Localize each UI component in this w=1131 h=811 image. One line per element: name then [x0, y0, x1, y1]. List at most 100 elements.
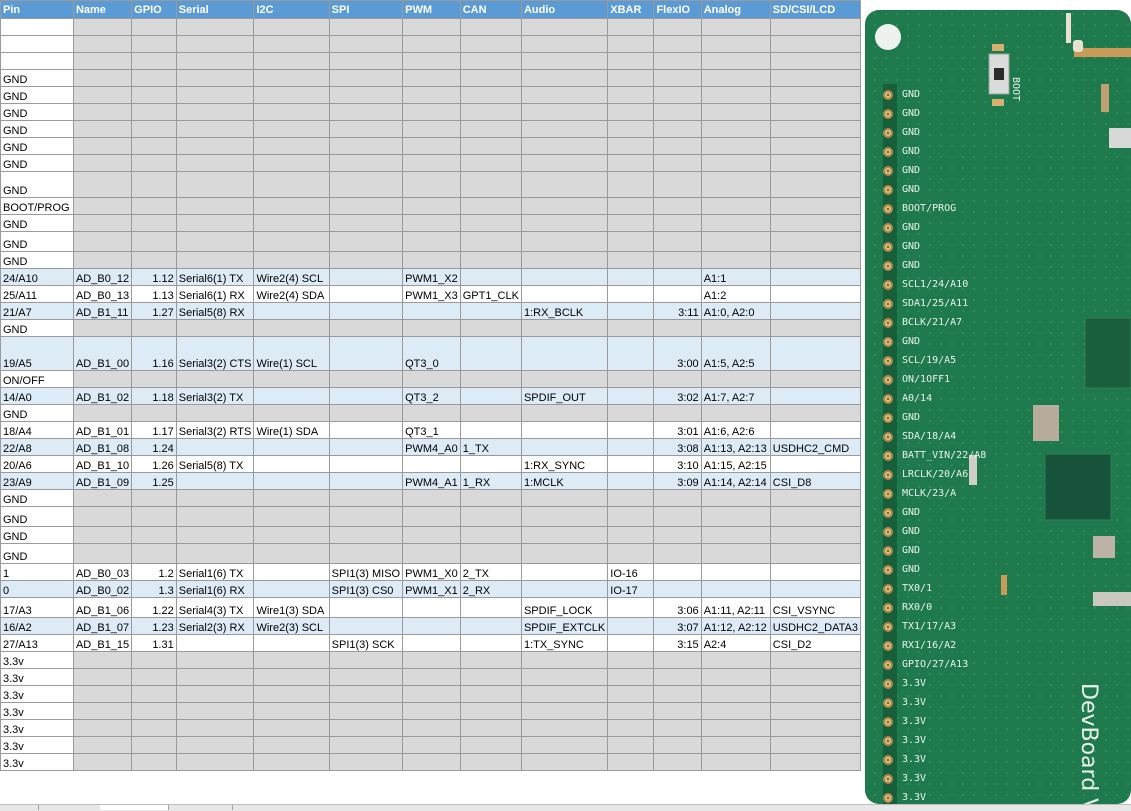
cell-flexio[interactable] — [653, 86, 702, 104]
cell-serial[interactable] — [175, 489, 255, 507]
cell-xbar[interactable] — [607, 197, 655, 215]
cell-pwm[interactable]: PWM1_X2 — [402, 268, 461, 286]
cell-sd-csi-lcd[interactable] — [769, 197, 861, 215]
cell-spi[interactable] — [328, 526, 404, 544]
cell-can[interactable] — [459, 506, 522, 527]
cell-sd-csi-lcd[interactable] — [769, 563, 861, 581]
cell-spi[interactable] — [328, 702, 404, 720]
cell-spi[interactable] — [328, 668, 404, 686]
cell-name[interactable] — [72, 543, 133, 564]
cell-spi[interactable] — [328, 719, 404, 737]
cell-serial[interactable] — [175, 370, 255, 388]
cell-gpio[interactable] — [131, 651, 177, 669]
cell-audio[interactable] — [520, 197, 609, 215]
cell-pin[interactable]: 19/A5 — [0, 336, 74, 371]
cell-audio[interactable] — [520, 563, 609, 581]
cell-spi[interactable] — [328, 285, 404, 303]
cell-name[interactable] — [72, 231, 133, 252]
cell-analog[interactable] — [700, 52, 771, 70]
cell-gpio[interactable]: 1.17 — [131, 421, 177, 439]
cell-xbar[interactable] — [607, 526, 655, 544]
cell-sd-csi-lcd[interactable] — [769, 506, 861, 527]
cell-sd-csi-lcd[interactable] — [769, 319, 861, 337]
cell-can[interactable] — [459, 319, 522, 337]
cell-name[interactable]: AD_B0_12 — [72, 268, 133, 286]
cell-sd-csi-lcd[interactable] — [769, 154, 861, 172]
cell-flexio[interactable]: 3:06 — [653, 597, 702, 618]
cell-gpio[interactable] — [131, 171, 177, 198]
cell-i2c[interactable] — [253, 668, 330, 686]
cell-audio[interactable]: SPDIF_LOCK — [520, 597, 609, 618]
column-header[interactable]: Serial — [175, 0, 255, 19]
cell-audio[interactable] — [520, 154, 609, 172]
cell-xbar[interactable] — [607, 668, 655, 686]
cell-can[interactable] — [459, 634, 522, 652]
cell-analog[interactable] — [700, 506, 771, 527]
cell-sd-csi-lcd[interactable] — [769, 69, 861, 87]
cell-name[interactable] — [72, 319, 133, 337]
cell-pwm[interactable] — [402, 651, 461, 669]
cell-can[interactable] — [459, 370, 522, 388]
cell-audio[interactable]: SPDIF_OUT — [520, 387, 609, 405]
sheet-tab-active[interactable] — [100, 805, 169, 810]
cell-gpio[interactable] — [131, 52, 177, 70]
cell-can[interactable] — [459, 137, 522, 155]
cell-spi[interactable] — [328, 685, 404, 703]
cell-pin[interactable]: 14/A0 — [0, 387, 74, 405]
cell-audio[interactable] — [520, 421, 609, 439]
cell-gpio[interactable]: 1.13 — [131, 285, 177, 303]
cell-i2c[interactable] — [253, 634, 330, 652]
cell-gpio[interactable] — [131, 736, 177, 754]
cell-xbar[interactable] — [607, 387, 655, 405]
cell-name[interactable]: AD_B1_07 — [72, 617, 133, 635]
cell-pwm[interactable] — [402, 736, 461, 754]
cell-serial[interactable] — [175, 753, 255, 771]
cell-flexio[interactable] — [653, 404, 702, 422]
cell-analog[interactable] — [700, 120, 771, 138]
cell-serial[interactable] — [175, 86, 255, 104]
cell-pin[interactable]: 3.3v — [0, 668, 74, 686]
cell-serial[interactable] — [175, 736, 255, 754]
cell-sd-csi-lcd[interactable]: CSI_VSYNC — [769, 597, 861, 618]
cell-name[interactable] — [72, 154, 133, 172]
cell-i2c[interactable] — [253, 404, 330, 422]
cell-i2c[interactable] — [253, 197, 330, 215]
cell-sd-csi-lcd[interactable] — [769, 214, 861, 232]
cell-analog[interactable] — [700, 214, 771, 232]
cell-i2c[interactable] — [253, 651, 330, 669]
cell-can[interactable] — [459, 86, 522, 104]
cell-sd-csi-lcd[interactable] — [769, 231, 861, 252]
cell-audio[interactable] — [520, 651, 609, 669]
cell-pwm[interactable]: PWM1_X1 — [402, 580, 461, 598]
cell-xbar[interactable] — [607, 370, 655, 388]
cell-pin[interactable]: GND — [0, 231, 74, 252]
cell-analog[interactable]: A1:11, A2:11 — [700, 597, 771, 618]
cell-name[interactable] — [72, 52, 133, 70]
cell-pwm[interactable] — [402, 86, 461, 104]
cell-flexio[interactable] — [653, 719, 702, 737]
cell-gpio[interactable]: 1.18 — [131, 387, 177, 405]
cell-audio[interactable] — [520, 526, 609, 544]
cell-serial[interactable] — [175, 171, 255, 198]
cell-sd-csi-lcd[interactable] — [769, 137, 861, 155]
cell-pwm[interactable] — [402, 685, 461, 703]
cell-audio[interactable] — [520, 214, 609, 232]
spreadsheet[interactable]: Pin Name GPIO Serial I2C SPI PWM CAN Audio XBAR Fl… — [0, 0, 861, 804]
cell-audio[interactable] — [520, 268, 609, 286]
cell-flexio[interactable]: 3:07 — [653, 617, 702, 635]
cell-audio[interactable] — [520, 543, 609, 564]
cell-pin[interactable]: 3.3v — [0, 736, 74, 754]
cell-spi[interactable] — [328, 506, 404, 527]
cell-audio[interactable] — [520, 438, 609, 456]
cell-pin[interactable]: GND — [0, 171, 74, 198]
cell-flexio[interactable] — [653, 154, 702, 172]
cell-spi[interactable] — [328, 753, 404, 771]
cell-can[interactable] — [459, 455, 522, 473]
cell-can[interactable]: 2_TX — [459, 563, 522, 581]
cell-pwm[interactable]: QT3_1 — [402, 421, 461, 439]
cell-xbar[interactable] — [607, 285, 655, 303]
cell-serial[interactable]: Serial5(8) RX — [175, 302, 255, 320]
cell-xbar[interactable] — [607, 214, 655, 232]
cell-serial[interactable]: Serial3(2) TX — [175, 387, 255, 405]
cell-pin[interactable]: 3.3v — [0, 753, 74, 771]
